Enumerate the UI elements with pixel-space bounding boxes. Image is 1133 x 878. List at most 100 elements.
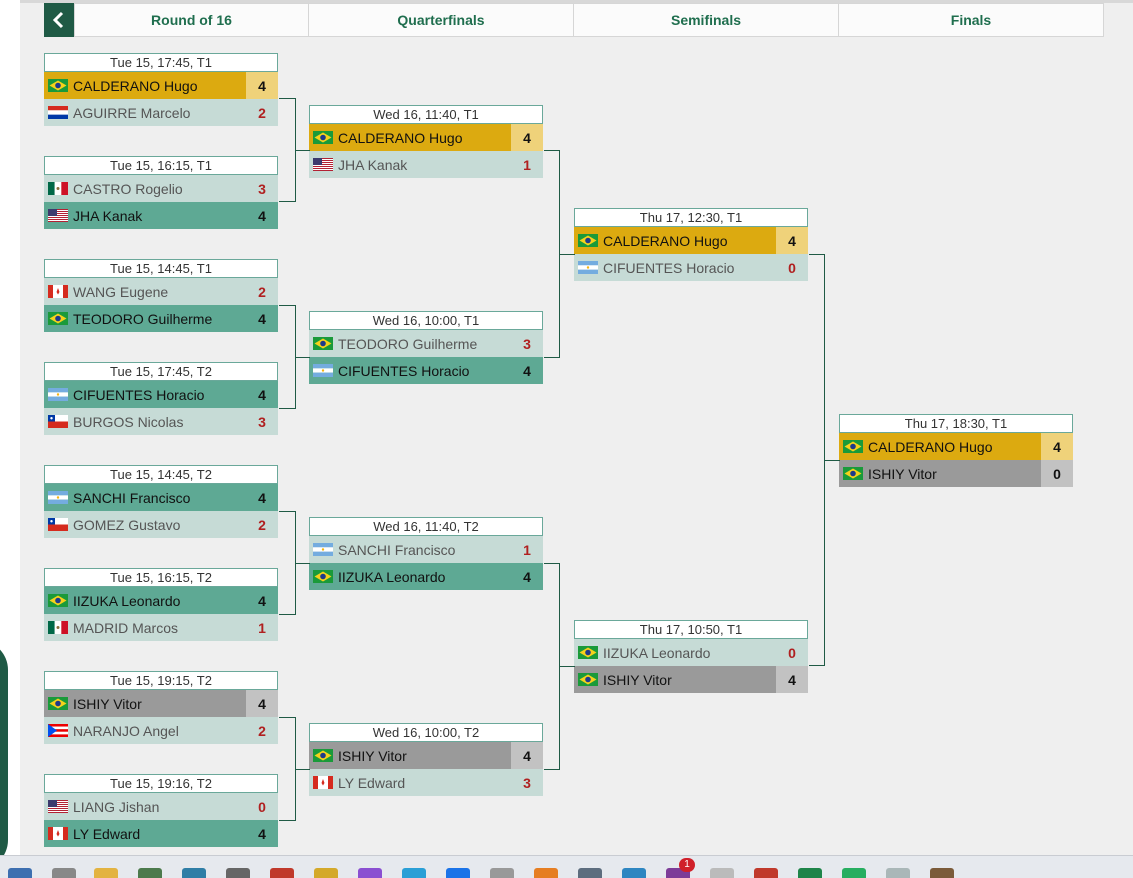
player-row[interactable]: LY Edward 3 — [309, 769, 543, 796]
player-name: AGUIRRE Marcelo — [73, 104, 191, 121]
player-score: 0 — [1041, 460, 1073, 487]
player-score: 4 — [511, 357, 543, 384]
tab-quarterfinals[interactable]: Quarterfinals — [308, 3, 574, 37]
flag-icon — [48, 415, 68, 428]
player-row[interactable]: CASTRO Rogelio 3 — [44, 175, 278, 202]
match-card[interactable]: Tue 15, 14:45, T2 SANCHI Francisco 4 GOMEZ … — [44, 465, 278, 538]
match-time: Tue 15, 16:15, T2 — [44, 568, 278, 587]
match-card[interactable]: Wed 16, 10:00, T1 TEODORO Guilherme 3 CIFUE… — [309, 311, 543, 384]
player-name-cell: SANCHI Francisco — [309, 536, 511, 563]
player-name-cell: JHA Kanak — [44, 202, 246, 229]
connector — [825, 460, 840, 461]
match-card[interactable]: Tue 15, 16:15, T1 CASTRO Rogelio 3 JHA Kana… — [44, 156, 278, 229]
player-row[interactable]: SANCHI Francisco 1 — [309, 536, 543, 563]
tab-semifinals[interactable]: Semifinals — [573, 3, 839, 37]
player-name: JHA Kanak — [73, 207, 143, 224]
player-row[interactable]: JHA Kanak 1 — [309, 151, 543, 178]
match-card[interactable]: Wed 16, 11:40, T2 SANCHI Francisco 1 IIZUKA… — [309, 517, 543, 590]
match-card[interactable]: Tue 15, 19:15, T2 ISHIY Vitor 4 NARANJO Ang… — [44, 671, 278, 744]
match-time: Wed 16, 11:40, T2 — [309, 517, 543, 536]
flag-icon — [48, 724, 68, 737]
connector — [544, 150, 560, 358]
connector — [809, 254, 825, 666]
player-row[interactable]: IIZUKA Leonardo 4 — [44, 587, 278, 614]
player-name: JHA Kanak — [338, 156, 408, 173]
connector — [279, 305, 296, 409]
player-row[interactable]: WANG Eugene 2 — [44, 278, 278, 305]
player-name-cell: WANG Eugene — [44, 278, 246, 305]
match-card[interactable]: Wed 16, 10:00, T2 ISHIY Vitor 4 LY Edward 3 — [309, 723, 543, 796]
player-row[interactable]: ISHIY Vitor 4 — [309, 742, 543, 769]
player-row[interactable]: MADRID Marcos 1 — [44, 614, 278, 641]
player-row[interactable]: CALDERANO Hugo 4 — [839, 433, 1073, 460]
player-row[interactable]: CALDERANO Hugo 4 — [44, 72, 278, 99]
tab-finals[interactable]: Finals — [838, 3, 1104, 37]
match-card[interactable]: Wed 16, 11:40, T1 CALDERANO Hugo 4 JHA Kana… — [309, 105, 543, 178]
match-card[interactable]: Thu 17, 12:30, T1 CALDERANO Hugo 4 CIFUENTE… — [574, 208, 808, 281]
back-button[interactable] — [44, 3, 74, 37]
player-name: TEODORO Guilherme — [73, 310, 213, 327]
player-row[interactable]: LIANG Jishan 0 — [44, 793, 278, 820]
match-time: Tue 15, 14:45, T2 — [44, 465, 278, 484]
player-name-cell: CIFUENTES Horacio — [574, 254, 776, 281]
player-row[interactable]: JHA Kanak 4 — [44, 202, 278, 229]
player-row[interactable]: ISHIY Vitor 4 — [574, 666, 808, 693]
match-card[interactable]: Tue 15, 19:16, T2 LIANG Jishan 0 LY Edward 4 — [44, 774, 278, 847]
flag-icon — [313, 749, 333, 762]
player-row[interactable]: ISHIY Vitor 4 — [44, 690, 278, 717]
tab-round-of-16[interactable]: Round of 16 — [74, 3, 309, 37]
player-row[interactable]: GOMEZ Gustavo 2 — [44, 511, 278, 538]
player-row[interactable]: IIZUKA Leonardo 0 — [574, 639, 808, 666]
player-row[interactable]: NARANJO Angel 2 — [44, 717, 278, 744]
player-score: 4 — [246, 484, 278, 511]
player-score: 2 — [246, 717, 278, 744]
match-card[interactable]: Tue 15, 17:45, T1 CALDERANO Hugo 4 AGUIRRE … — [44, 53, 278, 126]
match-card[interactable]: Thu 17, 10:50, T1 IIZUKA Leonardo 0 ISHIY V… — [574, 620, 808, 693]
player-row[interactable]: ISHIY Vitor 0 — [839, 460, 1073, 487]
player-name: IIZUKA Leonardo — [73, 592, 181, 609]
player-score: 4 — [246, 587, 278, 614]
player-row[interactable]: SANCHI Francisco 4 — [44, 484, 278, 511]
player-row[interactable]: CIFUENTES Horacio 4 — [44, 381, 278, 408]
player-row[interactable]: CIFUENTES Horacio 4 — [309, 357, 543, 384]
flag-icon — [578, 234, 598, 247]
match-card[interactable]: Thu 17, 18:30, T1 CALDERANO Hugo 4 ISHIY Vi… — [839, 414, 1073, 487]
flag-icon — [313, 364, 333, 377]
player-row[interactable]: CALDERANO Hugo 4 — [574, 227, 808, 254]
player-name: SANCHI Francisco — [73, 489, 191, 506]
player-name: CIFUENTES Horacio — [603, 259, 735, 276]
player-row[interactable]: TEODORO Guilherme 3 — [309, 330, 543, 357]
notification-badge: 1 — [679, 858, 695, 872]
player-name: NARANJO Angel — [73, 722, 179, 739]
match-time: Tue 15, 19:16, T2 — [44, 774, 278, 793]
player-score: 4 — [246, 72, 278, 99]
match-card[interactable]: Tue 15, 14:45, T1 WANG Eugene 2 TEODORO Gui… — [44, 259, 278, 332]
player-row[interactable]: TEODORO Guilherme 4 — [44, 305, 278, 332]
player-row[interactable]: CIFUENTES Horacio 0 — [574, 254, 808, 281]
player-name-cell: CIFUENTES Horacio — [309, 357, 511, 384]
player-row[interactable]: AGUIRRE Marcelo 2 — [44, 99, 278, 126]
player-score: 3 — [246, 408, 278, 435]
match-card[interactable]: Tue 15, 16:15, T2 IIZUKA Leonardo 4 MADRID … — [44, 568, 278, 641]
player-row[interactable]: CALDERANO Hugo 4 — [309, 124, 543, 151]
match-time: Thu 17, 18:30, T1 — [839, 414, 1073, 433]
player-row[interactable]: BURGOS Nicolas 3 — [44, 408, 278, 435]
player-name: CALDERANO Hugo — [73, 77, 198, 94]
connector — [296, 357, 310, 358]
round-header: Round of 16 Quarterfinals Semifinals Fin… — [44, 3, 1104, 37]
match-time: Thu 17, 12:30, T1 — [574, 208, 808, 227]
player-name-cell: ISHIY Vitor — [574, 666, 776, 693]
connector — [544, 563, 560, 770]
player-row[interactable]: LY Edward 4 — [44, 820, 278, 847]
flag-icon — [48, 285, 68, 298]
match-card[interactable]: Tue 15, 17:45, T2 CIFUENTES Horacio 4 BURGO… — [44, 362, 278, 435]
match-time: Tue 15, 16:15, T1 — [44, 156, 278, 175]
player-name: WANG Eugene — [73, 283, 169, 300]
player-score: 3 — [511, 330, 543, 357]
flag-icon — [578, 261, 598, 274]
player-name: MADRID Marcos — [73, 619, 179, 636]
player-row[interactable]: IIZUKA Leonardo 4 — [309, 563, 543, 590]
flag-icon — [313, 543, 333, 556]
player-name: IIZUKA Leonardo — [338, 568, 446, 585]
left-edge — [0, 0, 20, 870]
